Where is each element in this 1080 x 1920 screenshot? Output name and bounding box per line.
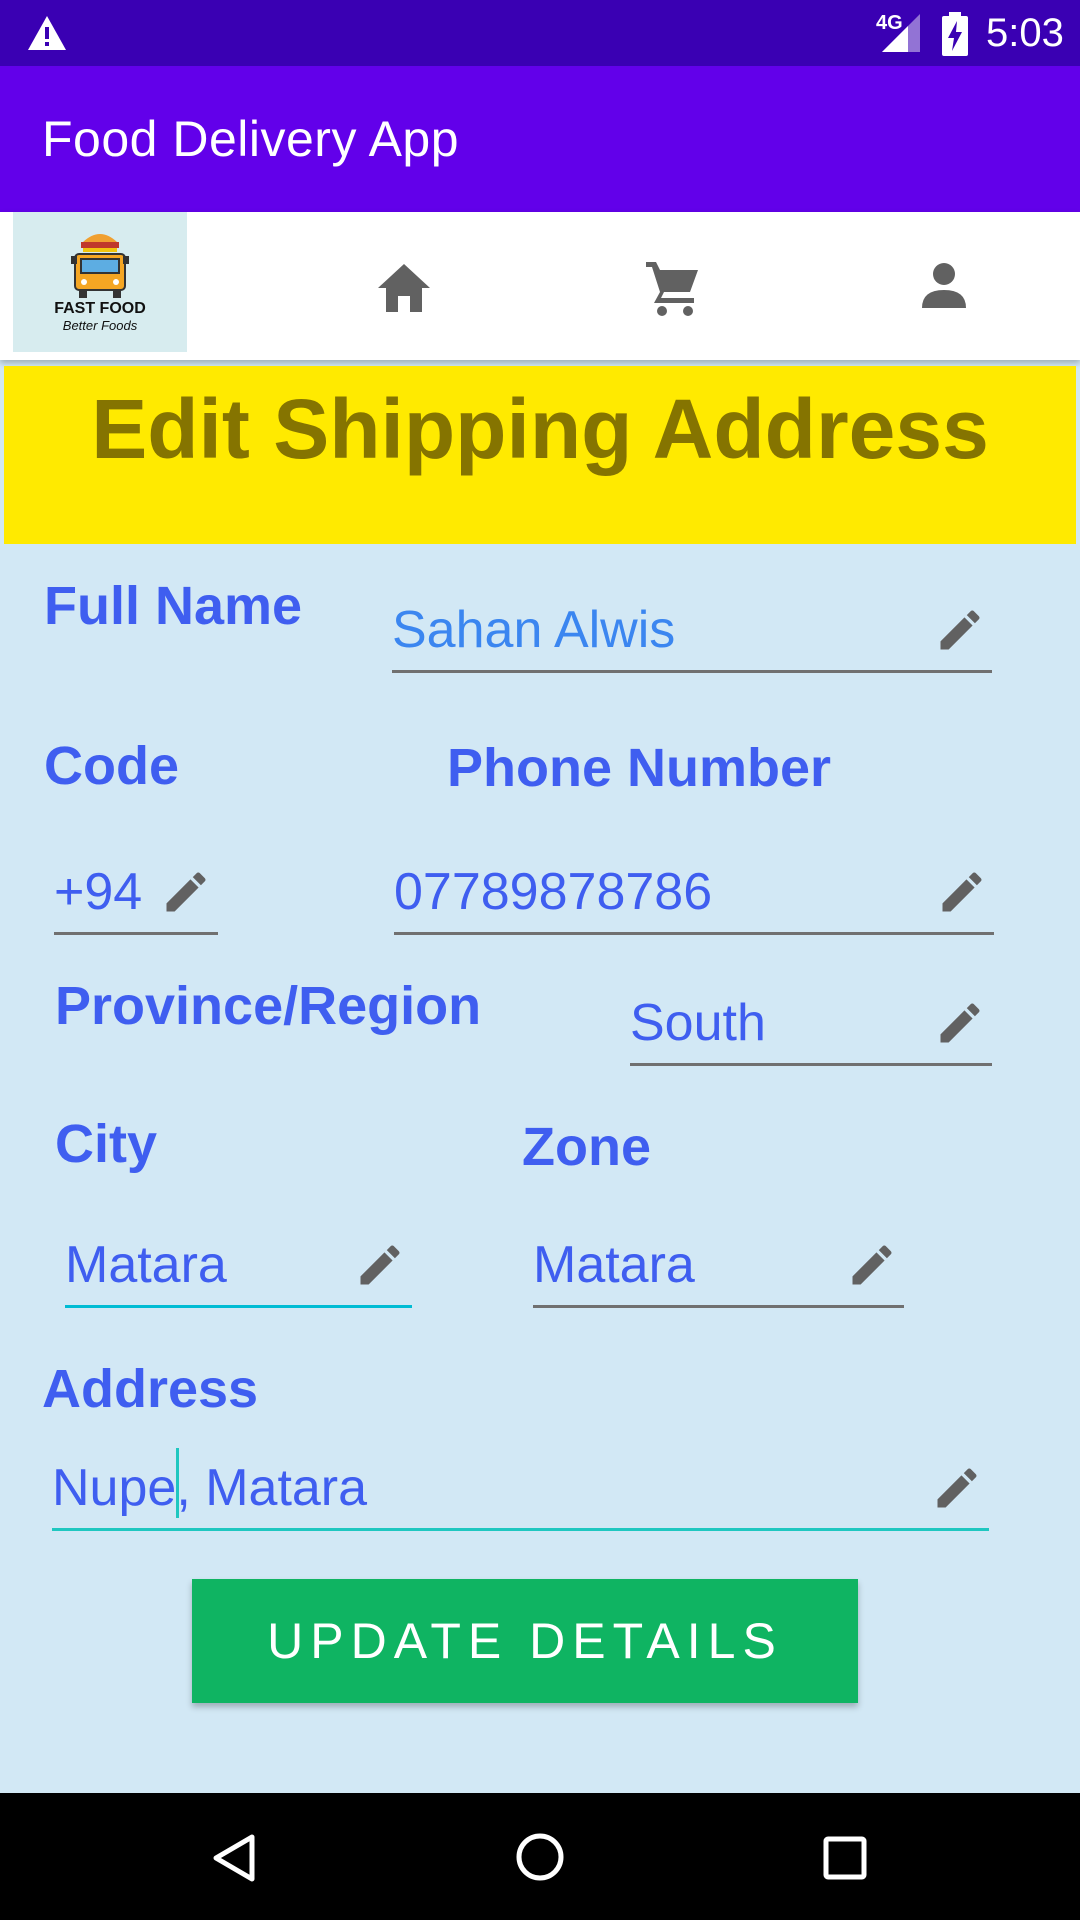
home-icon[interactable] (376, 262, 432, 314)
edit-icon[interactable] (934, 997, 986, 1049)
zone-label: Zone (522, 1117, 651, 1177)
update-details-button[interactable]: UPDATE DETAILS (192, 1579, 858, 1703)
battery-icon (942, 12, 968, 56)
page-title: Edit Shipping Address (91, 382, 989, 476)
edit-icon[interactable] (846, 1239, 898, 1291)
city-label: City (55, 1114, 158, 1174)
app-title: Food Delivery App (42, 111, 460, 167)
province-value: South (630, 994, 766, 1052)
food-truck-logo-icon (71, 234, 129, 298)
text-cursor (176, 1448, 179, 1518)
city-value: Matara (65, 1236, 227, 1294)
code-label: Code (44, 736, 179, 796)
edit-icon[interactable] (934, 604, 986, 656)
code-value: +94 (54, 863, 143, 921)
top-nav: FAST FOOD Better Foods (0, 212, 1080, 360)
code-field[interactable]: +94 (54, 852, 218, 935)
edit-icon[interactable] (354, 1239, 406, 1291)
edit-icon[interactable] (931, 1462, 983, 1514)
logo-title: FAST FOOD (54, 300, 146, 317)
system-navigation-bar (0, 1793, 1080, 1920)
full-name-value: Sahan Alwis (392, 601, 676, 659)
profile-icon[interactable] (920, 262, 968, 310)
province-label: Province/Region (55, 976, 482, 1036)
status-time: 5:03 (986, 11, 1064, 55)
home-circle-icon[interactable] (514, 1831, 566, 1883)
edit-icon[interactable] (936, 866, 988, 918)
header-banner: Edit Shipping Address (4, 366, 1076, 544)
address-field[interactable]: Nupe, Matara (52, 1448, 989, 1531)
recents-icon[interactable] (822, 1835, 868, 1881)
phone-number-value: 07789878786 (394, 863, 713, 921)
address-label: Address (42, 1359, 259, 1419)
address-value: Nupe, Matara (52, 1459, 368, 1517)
app-bar: Food Delivery App (0, 66, 1080, 212)
province-field[interactable]: South (630, 983, 992, 1066)
cart-icon[interactable] (644, 258, 700, 318)
phone-number-label: Phone Number (447, 738, 832, 798)
signal-icon (882, 14, 920, 52)
full-name-field[interactable]: Sahan Alwis (392, 590, 992, 673)
logo-subtitle: Better Foods (62, 318, 138, 333)
phone-number-field[interactable]: 07789878786 (394, 852, 994, 935)
city-field[interactable]: Matara (65, 1225, 412, 1308)
status-bar: 4G 5:03 (0, 0, 1080, 66)
warning-icon (28, 16, 66, 50)
edit-icon[interactable] (160, 866, 212, 918)
back-icon[interactable] (210, 1833, 258, 1883)
full-name-label: Full Name (44, 576, 303, 636)
zone-field[interactable]: Matara (533, 1225, 904, 1308)
zone-value: Matara (533, 1236, 695, 1294)
app-logo: FAST FOOD Better Foods (13, 212, 187, 352)
